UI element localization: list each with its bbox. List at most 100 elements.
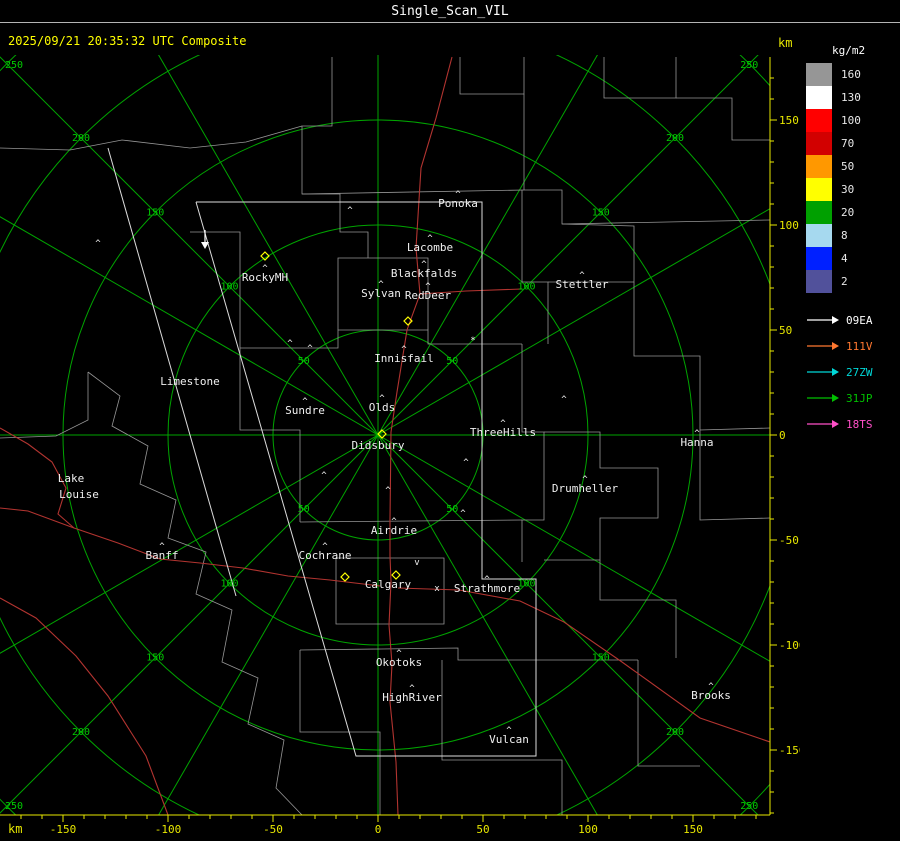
range-label: 200 [666, 133, 684, 144]
range-label: 100 [517, 282, 535, 293]
range-label: 100 [517, 578, 535, 589]
town-marker-icon: ^ [506, 726, 512, 736]
station-marker-icon: x [434, 584, 440, 594]
county-boundary [459, 57, 525, 95]
county-boundary [633, 282, 770, 431]
range-label: 150 [146, 207, 164, 218]
city-label: Didsbury [352, 439, 405, 452]
scale-entry: 8 [806, 224, 898, 247]
right-axis-label: -150 [779, 744, 800, 757]
station-marker-icon: ^ [561, 395, 567, 405]
range-label: 250 [5, 801, 23, 812]
town-marker-icon: ^ [262, 264, 268, 274]
radar-pointer-entry: 27ZW [806, 359, 898, 385]
county-boundary [637, 660, 700, 767]
radar-app-window: Single_Scan_VIL 2025/09/21 20:35:32 UTC … [0, 0, 900, 841]
color-scale: 160 130 100 70 50 30 20 8 4 2 [806, 63, 898, 293]
pointer-arrow-icon [807, 316, 839, 324]
station-marker-icon: ^ [385, 486, 391, 496]
pointer-id-label: 09EA [846, 313, 873, 327]
range-label: 100 [220, 282, 238, 293]
county-boundary [87, 371, 303, 815]
bottom-axis-label: -100 [155, 823, 182, 836]
scale-value-label: 100 [841, 114, 861, 127]
town-marker-icon: ^ [391, 517, 397, 527]
pointer-arrow-icon [807, 420, 839, 428]
station-marker-icon: ^ [307, 344, 313, 354]
pointer-id-label: 31JP [846, 391, 873, 405]
town-marker-icon: ^ [694, 429, 700, 439]
pointer-id-label: 18TS [846, 417, 873, 431]
bottom-axis-unit: km [8, 822, 22, 836]
town-marker-icon: ^ [582, 475, 588, 485]
town-marker-icon: ^ [396, 649, 402, 659]
city-label: Lake [58, 472, 85, 485]
scale-entry: 50 [806, 155, 898, 178]
range-label: 150 [146, 653, 164, 664]
scan-area-outline [107, 147, 237, 597]
scale-value-label: 30 [841, 183, 855, 196]
town-marker-icon: ^ [409, 684, 415, 694]
bottom-axis-label: -150 [50, 823, 77, 836]
town-marker-icon: ^ [484, 575, 490, 585]
scan-timestamp: 2025/09/21 20:35:32 UTC Composite [8, 34, 247, 48]
county-boundary [676, 97, 770, 141]
county-boundary [599, 560, 677, 658]
scale-value-label: 130 [841, 91, 861, 104]
scale-entry: 30 [806, 178, 898, 201]
bottom-axis-label: 50 [476, 823, 489, 836]
county-boundary [523, 94, 770, 225]
scale-entry: 160 [806, 63, 898, 86]
range-label: 100 [220, 578, 238, 589]
station-marker-icon: * [470, 336, 475, 346]
range-label: 50 [298, 504, 310, 515]
scale-entry: 130 [806, 86, 898, 109]
pointer-id-label: 27ZW [846, 365, 873, 379]
radar-pointer-entry: 09EA [806, 307, 898, 333]
city-label: Louise [59, 488, 99, 501]
county-boundary [0, 125, 303, 151]
title-bar: Single_Scan_VIL [0, 0, 900, 23]
range-label: 200 [666, 727, 684, 738]
county-boundary [548, 223, 635, 283]
station-marker-icon: ^ [463, 458, 469, 468]
pointer-arrow-icon [807, 368, 839, 376]
radar-pointer-entry: 31JP [806, 385, 898, 411]
scale-value-label: 50 [841, 160, 855, 173]
city-label: Calgary [365, 578, 412, 591]
right-axis-label: 50 [779, 324, 792, 337]
range-label: 250 [5, 60, 23, 71]
legend-panel: kg/m2 160 130 100 70 50 30 20 8 4 2 09EA 111V 27ZW 3… [806, 44, 898, 437]
town-marker-icon: ^ [579, 271, 585, 281]
scale-value-label: 4 [841, 252, 848, 265]
range-label: 50 [446, 356, 458, 367]
legend-unit-label: kg/m2 [832, 44, 866, 57]
station-marker-icon: ^ [287, 339, 293, 349]
range-label: 200 [72, 727, 90, 738]
right-axis-label: -50 [779, 534, 799, 547]
county-boundary [0, 372, 89, 439]
highway [389, 56, 453, 556]
range-label: 250 [740, 60, 758, 71]
scale-entry: 2 [806, 270, 898, 293]
right-axis-unit: km [778, 36, 793, 50]
scale-color-swatch [806, 201, 832, 224]
scale-entry: 100 [806, 109, 898, 132]
radar-pointer-entry: 111V [806, 333, 898, 359]
town-marker-icon: ^ [455, 190, 461, 200]
radar-site-icon [340, 572, 350, 582]
town-marker-icon: ^ [322, 542, 328, 552]
right-axis-label: 150 [779, 114, 799, 127]
pointer-arrow-icon [807, 342, 839, 350]
range-label: 50 [298, 356, 310, 367]
scale-value-label: 160 [841, 68, 861, 81]
radar-pointer-legend: 09EA 111V 27ZW 31JP 18TS [806, 307, 898, 437]
right-axis-label: 100 [779, 219, 799, 232]
county-boundary [299, 647, 638, 661]
scale-entry: 4 [806, 247, 898, 270]
scale-value-label: 20 [841, 206, 855, 219]
scale-value-label: 2 [841, 275, 848, 288]
station-marker-icon: ^ [95, 239, 101, 249]
window-title: Single_Scan_VIL [391, 3, 509, 19]
scale-color-swatch [806, 132, 832, 155]
